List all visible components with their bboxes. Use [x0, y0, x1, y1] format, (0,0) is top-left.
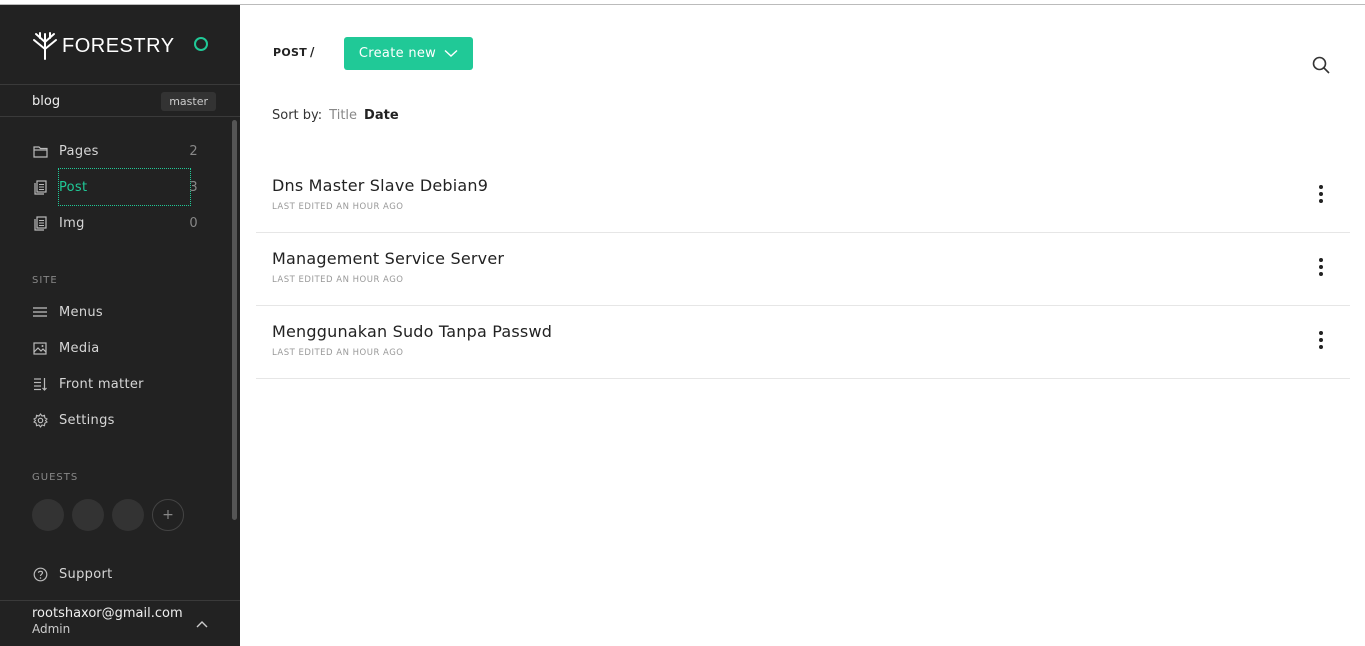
post-list: Dns Master Slave Debian9 LAST EDITED AN … — [256, 160, 1350, 379]
sidebar-item-settings[interactable]: Settings — [32, 406, 198, 434]
divider — [0, 84, 240, 85]
create-new-label: Create new — [358, 46, 437, 61]
sidebar-item-label: Menus — [59, 304, 103, 320]
user-email: rootshaxor@gmail.com — [32, 606, 183, 621]
menu-icon — [32, 304, 48, 320]
guest-avatar[interactable] — [32, 499, 64, 531]
divider — [0, 116, 240, 117]
sidebar-item-label: Pages — [59, 143, 99, 159]
site-selector[interactable]: blog master — [32, 91, 216, 111]
image-icon — [32, 340, 48, 356]
sidebar-scrollbar[interactable] — [232, 120, 237, 520]
sidebar-item-label: Img — [59, 215, 85, 231]
sidebar-item-label: Media — [59, 340, 100, 356]
sidebar-item-media[interactable]: Media — [32, 334, 198, 362]
chevron-up-icon[interactable] — [195, 619, 209, 629]
help-circle-icon — [32, 566, 48, 582]
post-last-edited: LAST EDITED AN HOUR AGO — [272, 275, 404, 285]
gear-icon — [32, 412, 48, 428]
create-new-button[interactable]: Create new — [344, 37, 473, 70]
logo-text: FORESTRY — [62, 34, 175, 57]
post-title[interactable]: Menggunakan Sudo Tanpa Passwd — [272, 322, 552, 341]
sidebar: FORESTRY blog master Pages 2 Post 3 Img … — [0, 5, 240, 646]
section-label-guests: GUESTS — [32, 472, 79, 483]
sidebar-item-pages[interactable]: Pages 2 — [32, 137, 198, 165]
main-content: POST / Create new Sort by: Title Date Dn… — [240, 5, 1365, 646]
post-title[interactable]: Management Service Server — [272, 249, 504, 268]
item-count: 3 — [189, 179, 198, 195]
item-count: 2 — [189, 143, 198, 159]
add-guest-button[interactable]: + — [152, 499, 184, 531]
user-role: Admin — [32, 622, 71, 636]
item-count: 0 — [189, 215, 198, 231]
sidebar-item-front-matter[interactable]: Front matter — [32, 370, 198, 398]
list-item[interactable]: Dns Master Slave Debian9 LAST EDITED AN … — [256, 160, 1350, 233]
forestry-logo[interactable]: FORESTRY — [32, 31, 212, 61]
site-name: blog — [32, 93, 61, 109]
sidebar-item-post[interactable]: Post 3 — [32, 173, 198, 201]
sidebar-item-label: Settings — [59, 412, 115, 428]
sort-label: Sort by: — [272, 108, 323, 123]
sidebar-item-menus[interactable]: Menus — [32, 298, 198, 326]
site-status-indicator — [194, 37, 208, 51]
front-matter-icon — [32, 376, 48, 392]
sidebar-item-label: Front matter — [59, 376, 144, 392]
list-item[interactable]: Management Service Server LAST EDITED AN… — [256, 233, 1350, 306]
sort-controls: Sort by: Title Date — [272, 108, 399, 123]
branch-badge[interactable]: master — [161, 91, 216, 111]
section-label-site: SITE — [32, 275, 58, 286]
more-options-icon[interactable] — [1318, 330, 1324, 350]
sidebar-item-support[interactable]: Support — [32, 560, 198, 588]
folder-icon — [32, 143, 48, 159]
sidebar-item-label: Support — [59, 566, 113, 582]
breadcrumb[interactable]: POST — [273, 46, 307, 59]
document-stack-icon — [32, 215, 48, 231]
guest-avatars: + — [32, 499, 184, 531]
search-icon[interactable] — [1312, 56, 1330, 74]
sort-by-title[interactable]: Title — [329, 108, 357, 123]
list-item[interactable]: Menggunakan Sudo Tanpa Passwd LAST EDITE… — [256, 306, 1350, 379]
guest-avatar[interactable] — [72, 499, 104, 531]
post-last-edited: LAST EDITED AN HOUR AGO — [272, 348, 404, 358]
user-account[interactable]: rootshaxor@gmail.com Admin — [32, 606, 222, 636]
guest-avatar[interactable] — [112, 499, 144, 531]
post-title[interactable]: Dns Master Slave Debian9 — [272, 176, 488, 195]
sidebar-item-label: Post — [59, 179, 88, 195]
document-stack-icon — [32, 179, 48, 195]
post-last-edited: LAST EDITED AN HOUR AGO — [272, 202, 404, 212]
breadcrumb-separator: / — [310, 45, 315, 59]
more-options-icon[interactable] — [1318, 184, 1324, 204]
forestry-tree-icon — [33, 32, 57, 60]
chevron-down-icon — [444, 49, 458, 57]
sort-by-date[interactable]: Date — [364, 108, 399, 123]
more-options-icon[interactable] — [1318, 257, 1324, 277]
divider — [0, 600, 240, 601]
sidebar-item-img[interactable]: Img 0 — [32, 209, 198, 237]
